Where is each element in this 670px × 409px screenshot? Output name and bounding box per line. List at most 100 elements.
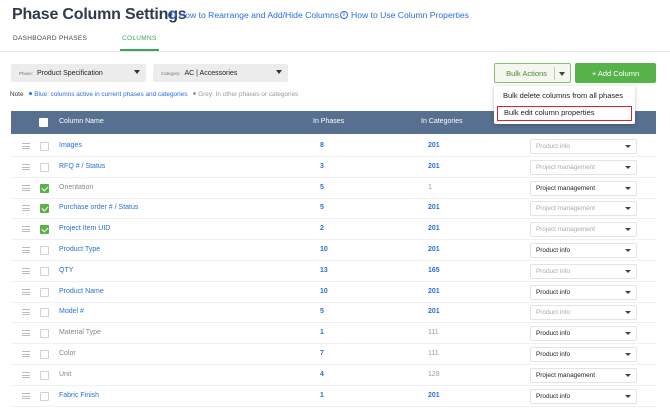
in-phases-count[interactable]: 1 (320, 329, 324, 336)
tab-dashboard-phases[interactable]: DASHBOARD PHASES (13, 35, 87, 42)
menu-item-bulk-edit[interactable]: Bulk edit column properties (497, 106, 632, 121)
in-phases-count[interactable]: 4 (320, 371, 324, 378)
in-phases-count[interactable]: 10 (320, 246, 328, 253)
in-categories-count[interactable]: 128 (428, 371, 440, 378)
row-checkbox[interactable] (40, 142, 49, 151)
in-categories-count[interactable]: 1 (428, 184, 432, 191)
property-select[interactable]: Project management (530, 201, 637, 217)
in-categories-count[interactable]: 201 (428, 204, 440, 211)
chevron-down-icon (625, 165, 631, 169)
column-name[interactable]: Product Type (59, 246, 100, 253)
page-title: Phase Column Settings (12, 6, 187, 23)
menu-item-bulk-delete[interactable]: Bulk delete columns from all phases (503, 91, 623, 100)
in-phases-count[interactable]: 5 (320, 184, 324, 191)
column-name[interactable]: Orientation (59, 184, 93, 191)
in-categories-count[interactable]: 201 (428, 142, 440, 149)
drag-handle-icon[interactable] (22, 226, 30, 233)
in-phases-count[interactable]: 1 (320, 392, 324, 399)
drag-handle-icon[interactable] (22, 247, 30, 253)
property-select[interactable]: Product info (530, 284, 637, 300)
in-categories-count[interactable]: 111 (428, 329, 439, 336)
drag-handle-icon[interactable] (22, 184, 30, 191)
property-select[interactable]: Project management (530, 367, 637, 383)
property-select-value: Project management (536, 371, 595, 379)
row-checkbox[interactable] (40, 350, 49, 359)
drag-handle-icon[interactable] (22, 392, 30, 399)
bulk-actions-button[interactable]: Bulk Actions (494, 63, 571, 83)
phase-select[interactable]: Phase: Product Specification (11, 64, 146, 82)
property-select-value: Project management (536, 184, 595, 192)
column-name[interactable]: Images (59, 142, 82, 149)
drag-handle-icon[interactable] (22, 267, 30, 274)
row-checkbox[interactable] (40, 266, 49, 276)
in-categories-count[interactable]: 111 (428, 350, 439, 357)
column-name[interactable]: Model # (59, 308, 84, 315)
in-phases-count[interactable]: 8 (320, 142, 324, 149)
row-checkbox[interactable] (40, 370, 49, 380)
tab-columns[interactable]: COLUMNS (120, 35, 159, 51)
help-link-properties[interactable]: i How to Use Column Properties (340, 10, 469, 20)
column-name[interactable]: Purchase order # / Status (59, 204, 138, 211)
column-name[interactable]: Fabric Finish (59, 392, 99, 399)
drag-handle-icon[interactable] (22, 371, 30, 378)
property-select[interactable]: Product info (530, 263, 637, 279)
row-checkbox[interactable] (40, 162, 49, 172)
in-phases-count[interactable]: 7 (320, 350, 324, 357)
drag-handle-icon[interactable] (22, 288, 30, 295)
in-categories-count[interactable]: 201 (428, 246, 440, 253)
drag-handle-icon[interactable] (22, 351, 30, 357)
drag-handle-icon[interactable] (22, 205, 30, 212)
column-name[interactable]: Product Name (59, 288, 104, 295)
in-categories-count[interactable]: 201 (428, 308, 440, 315)
column-name[interactable]: Unit (59, 371, 71, 378)
select-all-checkbox[interactable] (39, 118, 48, 127)
column-name[interactable]: RFQ # / Status (59, 163, 105, 170)
property-select[interactable]: Product info (530, 388, 637, 404)
in-phases-count[interactable]: 5 (320, 204, 324, 211)
column-name[interactable]: QTY (59, 267, 73, 274)
in-phases-count[interactable]: 10 (320, 288, 328, 295)
header-column-name[interactable]: Column Name (59, 118, 104, 125)
drag-handle-icon[interactable] (22, 330, 30, 337)
help-link-properties-label: How to Use Column Properties (351, 10, 469, 20)
drag-handle-icon[interactable] (22, 163, 30, 170)
drag-handle-icon[interactable] (22, 309, 30, 316)
header-in-categories[interactable]: In Categories (421, 118, 463, 125)
property-select[interactable]: Project management (530, 180, 637, 196)
in-categories-count[interactable]: 201 (428, 163, 440, 170)
property-select[interactable]: Project management (530, 159, 637, 175)
drag-handle-icon[interactable] (22, 143, 30, 149)
category-select[interactable]: Category: AC | Accessories (153, 64, 288, 82)
in-phases-count[interactable]: 3 (320, 163, 324, 170)
in-categories-count[interactable]: 165 (428, 267, 440, 274)
property-select[interactable]: Product info (530, 326, 637, 342)
row-checkbox[interactable] (40, 329, 49, 339)
column-name[interactable]: Color (59, 350, 76, 357)
row-checkbox[interactable] (40, 308, 49, 318)
chevron-down-icon (625, 269, 631, 273)
in-categories-count[interactable]: 201 (428, 288, 440, 295)
in-phases-count[interactable]: 5 (320, 308, 324, 315)
in-phases-count[interactable]: 13 (320, 267, 328, 274)
in-categories-count[interactable]: 201 (428, 392, 440, 399)
property-select-value: Product info (536, 143, 571, 150)
row-checkbox[interactable] (40, 183, 49, 193)
property-select[interactable]: Product info (530, 305, 637, 321)
row-checkbox[interactable] (40, 204, 49, 214)
column-name[interactable]: Material Type (59, 329, 101, 336)
table-row: Fabric Finish 1 201 Product info (11, 386, 656, 407)
column-name[interactable]: Project Item UID (59, 225, 110, 232)
row-checkbox[interactable] (40, 225, 49, 235)
property-select[interactable]: Project management (530, 222, 637, 238)
property-select[interactable]: Product info (530, 347, 637, 362)
row-checkbox[interactable] (40, 287, 49, 297)
row-checkbox[interactable] (40, 246, 49, 255)
in-phases-count[interactable]: 2 (320, 225, 324, 232)
help-link-rearrange[interactable]: i How to Rearrange and Add/Hide Columns (168, 10, 339, 20)
header-in-phases[interactable]: In Phases (313, 118, 344, 125)
in-categories-count[interactable]: 201 (428, 225, 440, 232)
add-column-button[interactable]: + Add Column (575, 63, 656, 83)
property-select[interactable]: Product info (530, 139, 637, 154)
row-checkbox[interactable] (40, 391, 49, 401)
property-select[interactable]: Product info (530, 243, 637, 258)
